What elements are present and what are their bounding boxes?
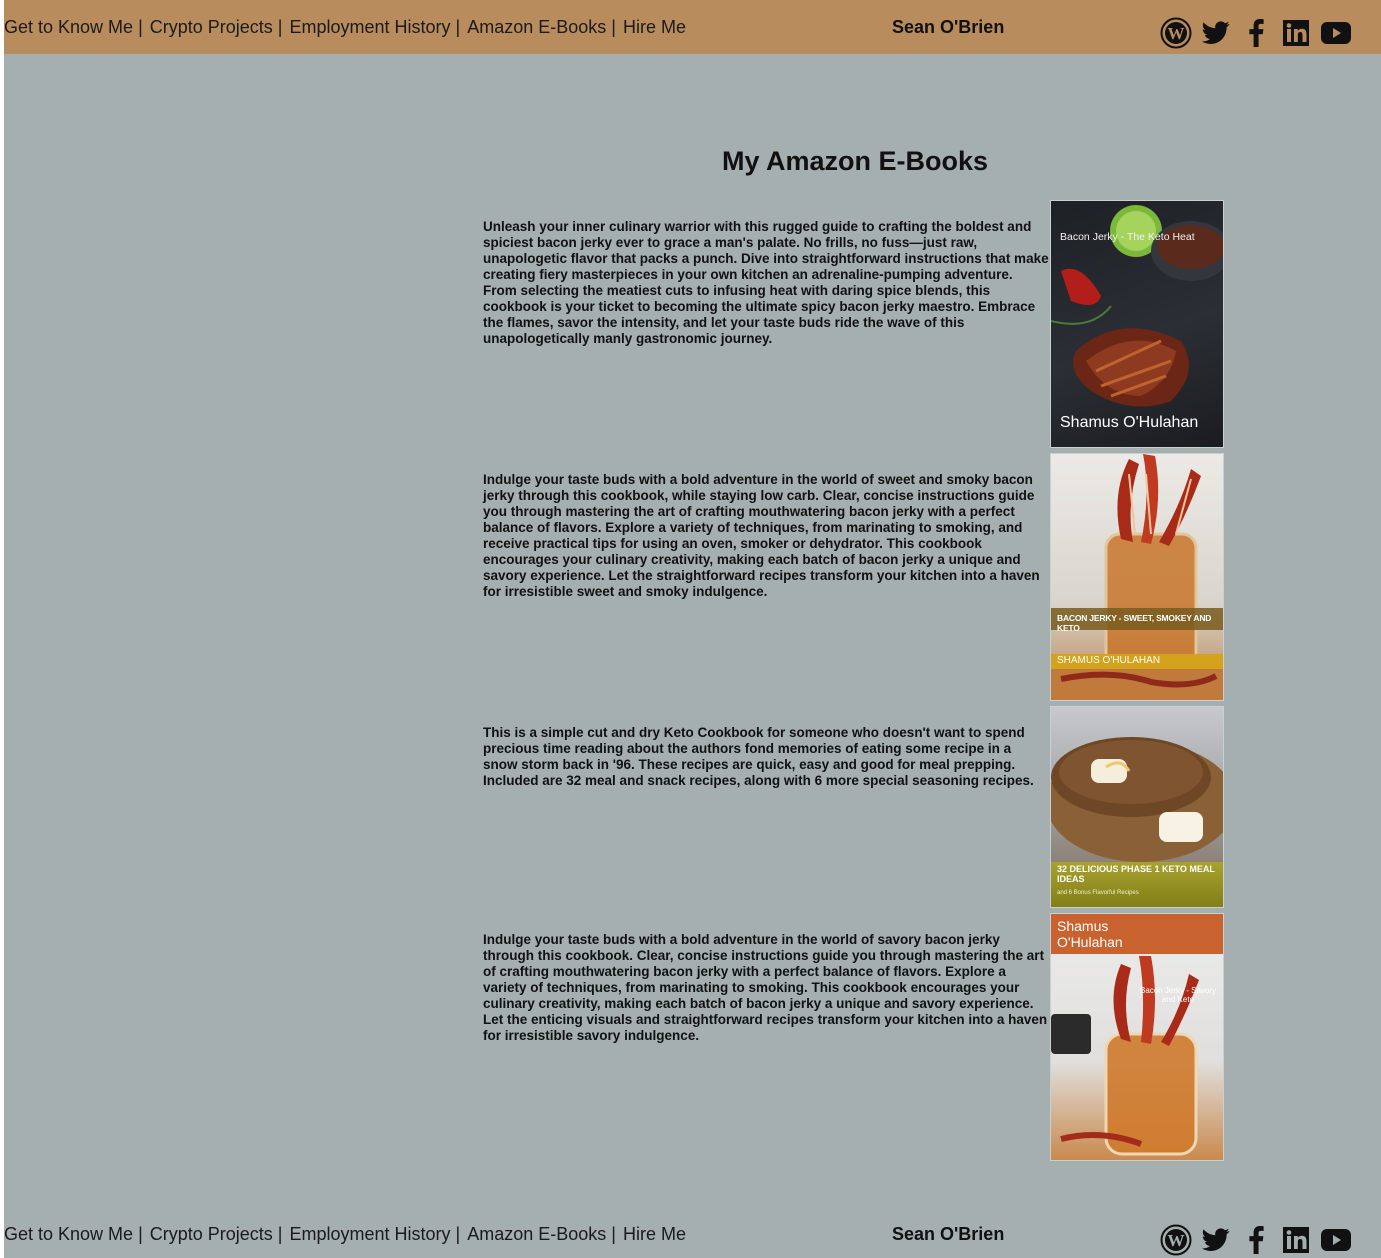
cover-author: Shamus O'Hulahan <box>1060 414 1199 431</box>
book-description: This is a simple cut and dry Keto Cookbo… <box>483 725 1034 788</box>
bottom-navbar: Get to Know Me | Crypto Projects | Employm… <box>4 1210 1381 1258</box>
book-description: Indulge your taste buds with a bold adve… <box>483 932 1048 1043</box>
nav-link-amazon-ebooks[interactable]: Amazon E-Books <box>467 17 606 38</box>
page-title: My Amazon E-Books <box>722 146 989 176</box>
cover-title: Bacon Jerky - The Keto Heat <box>1060 231 1195 243</box>
bottom-nav-links: Get to Know Me | Crypto Projects | Employm… <box>4 1224 686 1245</box>
book-cover-bacon-jerky-sweet-smokey[interactable]: BACON JERKY - SWEET, SMOKEY AND KETO SHA… <box>1050 453 1224 701</box>
svg-text:W: W <box>1168 24 1185 43</box>
book-cover-bacon-jerky-keto-heat[interactable]: Bacon Jerky - The Keto Heat Shamus O'Hul… <box>1050 200 1224 448</box>
nav-separator: | <box>611 1223 616 1244</box>
nav-link-crypto-projects[interactable]: Crypto Projects <box>150 17 273 38</box>
page: Get to Know Me | Crypto Projects | Employm… <box>4 0 1381 1258</box>
nav-separator: | <box>277 1223 283 1244</box>
cover-author: Shamus O'Hulahan <box>1057 918 1123 950</box>
top-navbar: Get to Know Me | Crypto Projects | Employm… <box>4 0 1381 54</box>
nav-separator: | <box>277 16 283 37</box>
nav-separator: | <box>455 1223 461 1244</box>
book-description: Indulge your taste buds with a bold adve… <box>483 472 1040 599</box>
nav-link-get-to-know-me[interactable]: Get to Know Me <box>4 1224 133 1245</box>
book-description: Unleash your inner culinary warrior with… <box>483 219 1049 346</box>
social-links: W <box>1160 17 1352 49</box>
nav-separator: | <box>138 16 143 37</box>
wordpress-icon[interactable]: W <box>1160 1224 1192 1256</box>
nav-separator: | <box>611 16 616 37</box>
linkedin-icon[interactable] <box>1280 17 1312 49</box>
wordpress-icon[interactable]: W <box>1160 17 1192 49</box>
twitter-icon[interactable] <box>1200 17 1232 49</box>
cover-title: 32 DELICIOUS PHASE 1 KETO MEAL IDEAS <box>1057 864 1215 884</box>
cover-illustration <box>1051 956 1199 1156</box>
top-nav-links: Get to Know Me | Crypto Projects | Employm… <box>4 17 686 38</box>
site-brand[interactable]: Sean O'Brien <box>892 17 1004 38</box>
svg-text:W: W <box>1168 1231 1185 1250</box>
nav-link-crypto-projects[interactable]: Crypto Projects <box>150 1224 273 1245</box>
nav-link-get-to-know-me[interactable]: Get to Know Me <box>4 17 133 38</box>
book-cover-bacon-jerky-savory[interactable]: Shamus O'Hulahan Bacon Jerky - Savory an… <box>1050 913 1224 1161</box>
nav-separator: | <box>455 16 461 37</box>
cover-subtitle: and 6 Bonus Flavorful Recipes <box>1057 890 1139 896</box>
twitter-icon[interactable] <box>1200 1224 1232 1256</box>
social-links: W <box>1160 1224 1352 1256</box>
nav-separator: | <box>138 1223 143 1244</box>
nav-link-amazon-ebooks[interactable]: Amazon E-Books <box>467 1224 606 1245</box>
site-brand[interactable]: Sean O'Brien <box>892 1224 1004 1245</box>
cover-title: BACON JERKY - SWEET, SMOKEY AND KETO <box>1057 613 1212 633</box>
book-cover-keto-meal-ideas[interactable]: 32 DELICIOUS PHASE 1 KETO MEAL IDEAS and… <box>1050 706 1224 908</box>
cover-author: SHAMUS O'HULAHAN <box>1057 655 1161 666</box>
cover-title: Bacon Jerky - Savory and Keto <box>1139 986 1217 1004</box>
facebook-icon[interactable] <box>1240 17 1272 49</box>
facebook-icon[interactable] <box>1240 1224 1272 1256</box>
nav-link-employment-history[interactable]: Employment History <box>289 1224 450 1245</box>
nav-link-hire-me[interactable]: Hire Me <box>623 17 686 38</box>
youtube-icon[interactable] <box>1320 1224 1352 1256</box>
linkedin-icon[interactable] <box>1280 1224 1312 1256</box>
nav-link-employment-history[interactable]: Employment History <box>289 17 450 38</box>
youtube-icon[interactable] <box>1320 17 1352 49</box>
nav-link-hire-me[interactable]: Hire Me <box>623 1224 686 1245</box>
